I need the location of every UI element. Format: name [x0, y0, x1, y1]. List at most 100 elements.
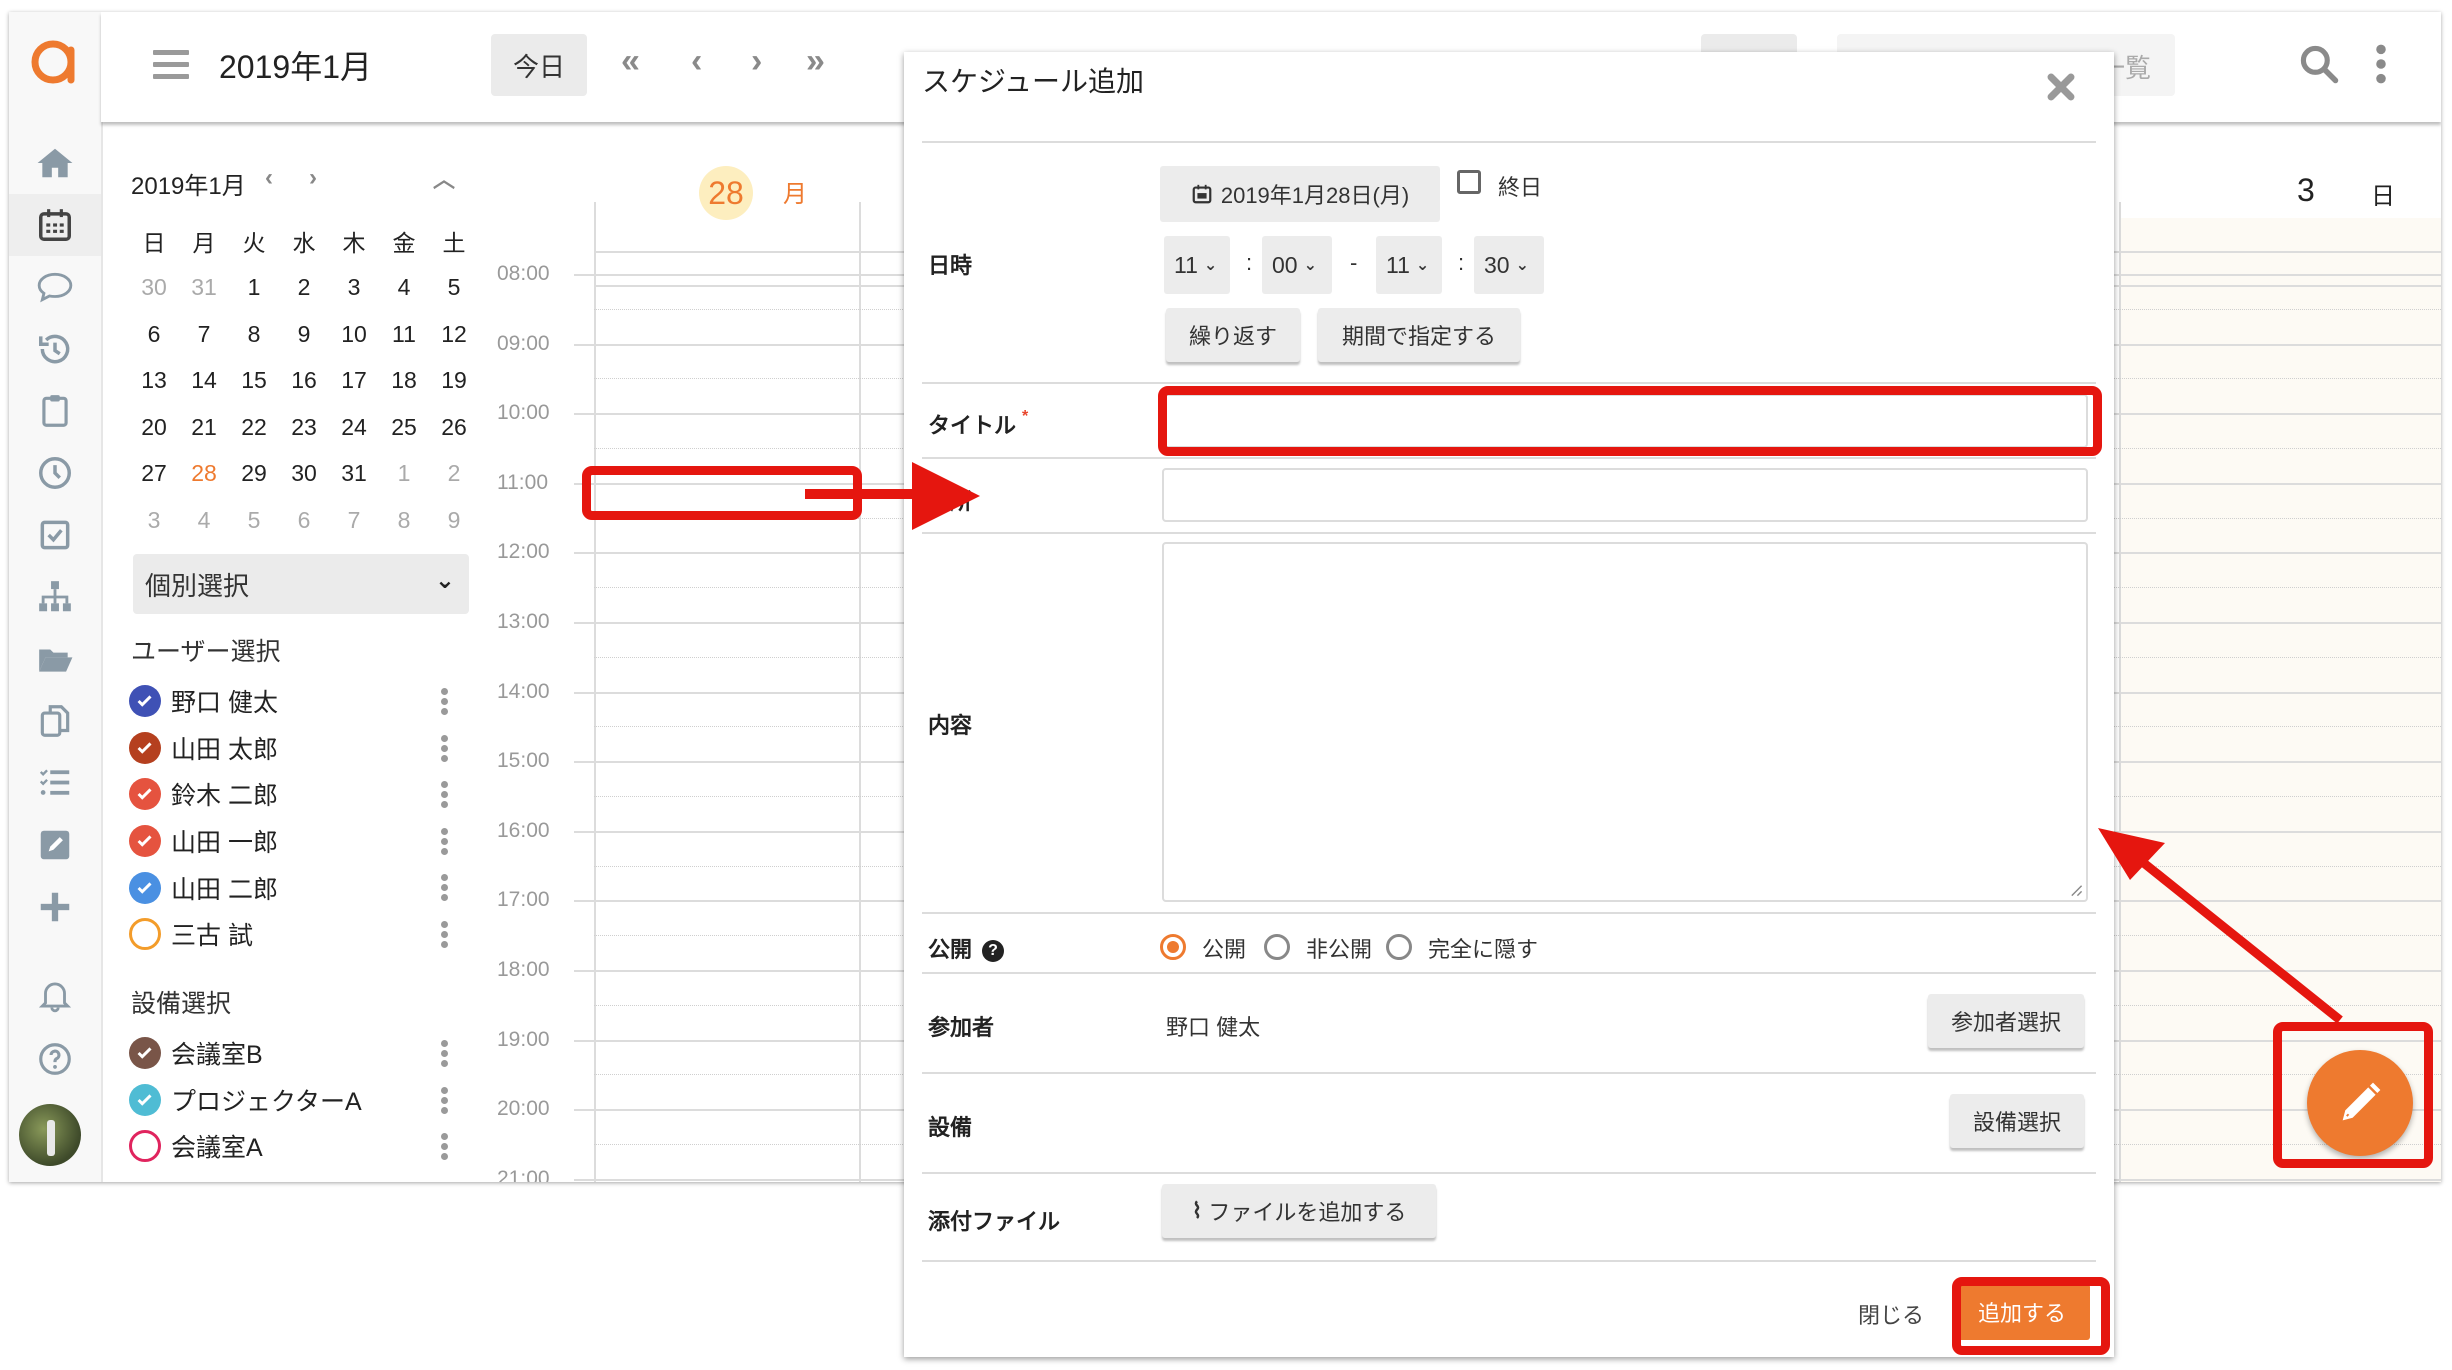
close-button[interactable]: 閉じる: [1858, 1298, 1924, 1330]
visibility-radio-public[interactable]: [1160, 934, 1186, 960]
unchecked-circle-icon[interactable]: [129, 1130, 161, 1163]
mini-calendar-day[interactable]: 7: [329, 507, 379, 534]
mini-calendar-day[interactable]: 25: [379, 414, 429, 441]
mini-calendar-day[interactable]: 10: [329, 321, 379, 348]
rail-tasks[interactable]: [9, 752, 101, 814]
help-icon[interactable]: ?: [982, 940, 1005, 963]
more-vert-icon[interactable]: [441, 1086, 449, 1117]
mini-calendar-day[interactable]: 6: [279, 507, 329, 534]
start-hour-select[interactable]: 11 ⌄: [1164, 236, 1230, 294]
mini-calendar-day[interactable]: 27: [129, 460, 179, 487]
content-textarea[interactable]: [1162, 542, 2088, 902]
list-item[interactable]: プロジェクターA: [129, 1077, 469, 1124]
more-vert-icon[interactable]: [441, 688, 449, 718]
checked-circle-icon[interactable]: [129, 825, 161, 858]
mini-calendar-day[interactable]: 3: [129, 507, 179, 534]
next-icon[interactable]: ›: [751, 42, 762, 81]
more-vert-icon[interactable]: [2371, 42, 2391, 86]
mini-calendar-day[interactable]: 3: [329, 274, 379, 301]
day-header-date[interactable]: 3: [2297, 172, 2315, 209]
group-select[interactable]: 個別選択 ⌄: [133, 554, 469, 614]
checked-circle-icon[interactable]: [129, 778, 161, 811]
mini-calendar-day[interactable]: 31: [179, 274, 229, 301]
mini-calendar-day[interactable]: 9: [429, 507, 479, 534]
mini-calendar-day[interactable]: 29: [229, 460, 279, 487]
mini-calendar-day[interactable]: 4: [379, 274, 429, 301]
prev-icon[interactable]: ‹: [691, 42, 702, 81]
menu-icon[interactable]: [153, 50, 189, 80]
mini-calendar-day[interactable]: 23: [279, 414, 329, 441]
checked-circle-icon[interactable]: [129, 685, 161, 718]
mini-calendar-day[interactable]: 21: [179, 414, 229, 441]
list-item[interactable]: 山田 太郎: [129, 725, 469, 772]
mini-calendar-day[interactable]: 4: [179, 507, 229, 534]
list-item[interactable]: 野口 健太: [129, 678, 469, 725]
rail-reports[interactable]: [9, 380, 101, 442]
more-vert-icon[interactable]: [441, 1133, 449, 1163]
checked-circle-icon[interactable]: [129, 1083, 161, 1116]
mini-calendar-prev-icon[interactable]: ‹: [265, 164, 273, 192]
visibility-radio-private[interactable]: [1264, 934, 1290, 960]
mini-calendar-day[interactable]: 17: [329, 367, 379, 394]
mini-calendar-day[interactable]: 18: [379, 367, 429, 394]
mini-calendar-day[interactable]: 15: [229, 367, 279, 394]
rail-notes[interactable]: [9, 814, 101, 876]
mini-calendar-day[interactable]: 11: [379, 321, 429, 348]
mini-calendar-day[interactable]: 1: [379, 460, 429, 487]
rail-organization[interactable]: [9, 566, 101, 628]
rail-timecard[interactable]: [9, 442, 101, 504]
start-minute-select[interactable]: 00 ⌄: [1262, 236, 1332, 294]
today-button[interactable]: 今日: [491, 34, 587, 96]
rail-history[interactable]: [9, 318, 101, 380]
mini-calendar-day[interactable]: 20: [129, 414, 179, 441]
allday-checkbox[interactable]: [1457, 170, 1481, 194]
search-icon[interactable]: [2297, 42, 2341, 86]
rail-home[interactable]: [9, 132, 101, 194]
more-vert-icon[interactable]: [441, 827, 449, 858]
more-vert-icon[interactable]: [441, 734, 449, 765]
list-item[interactable]: 鈴木 二郎: [129, 771, 469, 818]
rail-help[interactable]: [9, 1028, 101, 1090]
mini-calendar-day[interactable]: 9: [279, 321, 329, 348]
mini-calendar-day[interactable]: 5: [229, 507, 279, 534]
checked-circle-icon[interactable]: [129, 731, 161, 764]
mini-calendar-day[interactable]: 12: [429, 321, 479, 348]
mini-calendar-day[interactable]: 28: [179, 449, 229, 496]
mini-calendar-day[interactable]: 8: [379, 507, 429, 534]
mini-calendar-day[interactable]: 14: [179, 367, 229, 394]
collapse-icon[interactable]: ︿: [433, 162, 455, 194]
end-hour-select[interactable]: 11 ⌄: [1376, 236, 1442, 294]
next-month-icon[interactable]: »: [806, 42, 825, 81]
add-file-button[interactable]: ⌇ ファイルを追加する: [1162, 1184, 1436, 1238]
resize-handle-icon[interactable]: [2069, 883, 2083, 897]
unchecked-circle-icon[interactable]: [129, 918, 161, 951]
list-item[interactable]: 会議室A: [129, 1123, 469, 1170]
mini-calendar-day[interactable]: 16: [279, 367, 329, 394]
rail-calendar[interactable]: [9, 194, 101, 256]
mini-calendar-day[interactable]: 13: [129, 367, 179, 394]
end-minute-select[interactable]: 30 ⌄: [1474, 236, 1544, 294]
period-button[interactable]: 期間で指定する: [1318, 308, 1520, 362]
more-vert-icon[interactable]: [441, 920, 449, 951]
day-header-date[interactable]: 28: [699, 166, 753, 220]
select-participants-button[interactable]: 参加者選択: [1928, 994, 2084, 1048]
mini-calendar-day[interactable]: 26: [429, 414, 479, 441]
rail-files[interactable]: [9, 628, 101, 690]
repeat-button[interactable]: 繰り返す: [1166, 308, 1300, 362]
mini-calendar-day[interactable]: 24: [329, 414, 379, 441]
date-picker-button[interactable]: 2019年1月28日(月): [1160, 166, 1440, 222]
mini-calendar-day[interactable]: 30: [129, 274, 179, 301]
app-logo-icon[interactable]: [27, 34, 83, 90]
list-item[interactable]: 三古 試: [129, 911, 469, 958]
checked-circle-icon[interactable]: [129, 871, 161, 904]
rail-todo[interactable]: [9, 504, 101, 566]
more-vert-icon[interactable]: [441, 874, 449, 904]
prev-month-icon[interactable]: «: [621, 42, 640, 81]
user-avatar[interactable]: [19, 1104, 81, 1166]
checked-circle-icon[interactable]: [129, 1037, 161, 1070]
more-vert-icon[interactable]: [441, 781, 449, 811]
more-vert-icon[interactable]: [441, 1040, 449, 1070]
mini-calendar-day[interactable]: 22: [229, 414, 279, 441]
select-facility-button[interactable]: 設備選択: [1950, 1094, 2084, 1148]
mini-calendar-day[interactable]: 1: [229, 274, 279, 301]
